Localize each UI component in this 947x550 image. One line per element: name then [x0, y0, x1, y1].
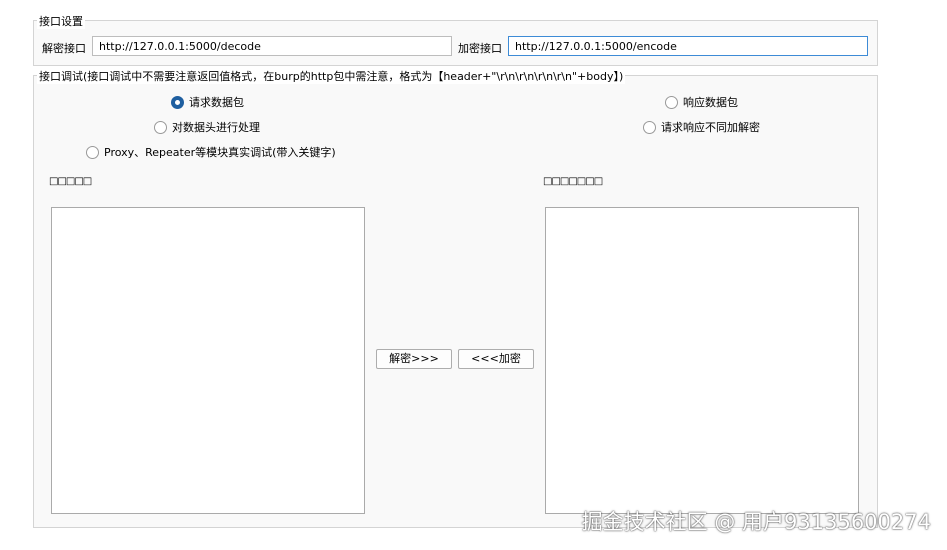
decrypt-button[interactable]: 解密>>>: [376, 349, 452, 369]
radio-icon: [643, 120, 656, 134]
encrypt-button[interactable]: <<<加密: [458, 349, 534, 369]
watermark: 掘金技术社区 @ 用户93135600274: [581, 510, 931, 534]
decode-label: 解密接口: [42, 42, 86, 55]
radio-icon: [665, 95, 678, 109]
radio-label: 响应数据包: [683, 96, 738, 109]
decode-url-input[interactable]: http://127.0.0.1:5000/decode: [92, 36, 452, 56]
radio-icon: [86, 145, 99, 159]
radio-diff-crypto[interactable]: 请求响应不同加解密: [643, 119, 760, 135]
debug-legend: 接口调试(接口调试中不需要注意返回值格式，在burp的http包中需注意，格式为…: [37, 68, 626, 84]
radio-checked-icon: [171, 95, 184, 109]
radio-request-packet[interactable]: 请求数据包: [171, 94, 244, 110]
radio-process-header[interactable]: 对数据头进行处理: [154, 119, 260, 135]
encode-url-input[interactable]: http://127.0.0.1:5000/encode: [508, 36, 868, 56]
settings-legend: 接口设置: [37, 13, 85, 29]
left-pane-label: □□□□□: [49, 176, 92, 187]
encode-label: 加密接口: [458, 42, 502, 55]
radio-icon: [154, 120, 167, 134]
left-textarea[interactable]: [51, 207, 365, 514]
radio-label: 请求响应不同加解密: [661, 121, 760, 134]
radio-response-packet[interactable]: 响应数据包: [665, 94, 738, 110]
radio-proxy-debug[interactable]: Proxy、Repeater等模块真实调试(带入关键字): [86, 144, 336, 160]
radio-label: 请求数据包: [189, 96, 244, 109]
radio-label: Proxy、Repeater等模块真实调试(带入关键字): [104, 146, 336, 159]
right-textarea[interactable]: [545, 207, 859, 514]
right-pane-label: □□□□□□□: [543, 176, 603, 187]
radio-label: 对数据头进行处理: [172, 121, 260, 134]
